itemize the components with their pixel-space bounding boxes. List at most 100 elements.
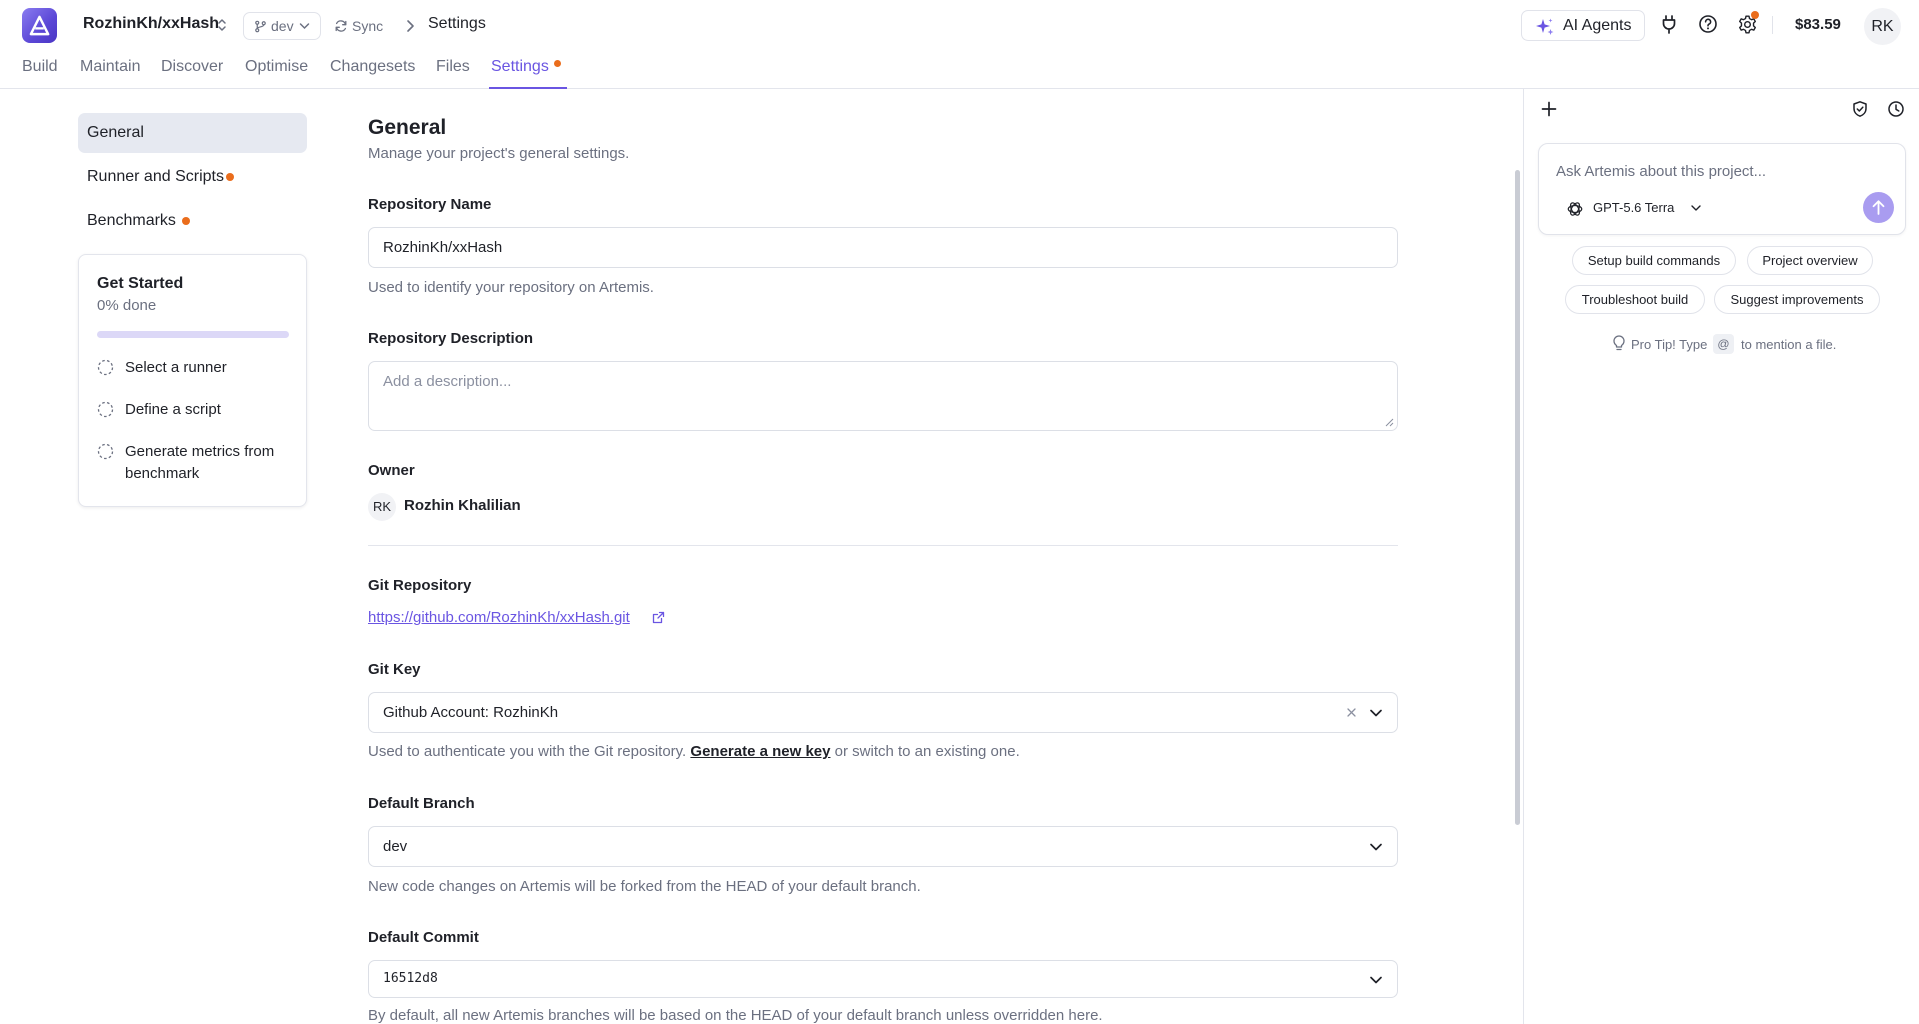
step-label: Select a runner [125,359,227,376]
send-button[interactable] [1863,192,1894,223]
git-branch-icon [254,20,267,33]
chevron-down-icon[interactable] [1369,975,1383,985]
get-started-title: Get Started [97,275,184,292]
default-commit-help: By default, all new Artemis branches wil… [368,1007,1103,1024]
get-started-progress-text: 0% done [97,297,157,314]
dashed-circle-icon [97,401,114,418]
owner-avatar: RK [368,493,396,521]
external-link-icon[interactable] [652,611,665,624]
tab-files[interactable]: Files [436,58,470,76]
chevron-updown-icon[interactable] [216,17,228,33]
chat-placeholder: Ask Artemis about this project... [1556,163,1767,180]
default-commit-select[interactable]: 16512d8 [368,960,1398,998]
sync-icon [334,19,348,33]
default-branch-help: New code changes on Artemis will be fork… [368,878,921,895]
tab-settings-dot [554,60,561,67]
header-divider [1772,16,1773,34]
suggestion-label: Troubleshoot build [1581,292,1689,307]
active-tab-indicator [489,87,567,89]
protip-before: Pro Tip! Type [1631,337,1708,352]
sidebar-dot-runner [226,173,234,181]
suggestion-label: Setup build commands [1587,253,1721,268]
git-repo-link[interactable]: https://github.com/RozhinKh/xxHash.git [368,609,630,626]
default-branch-label: Default Branch [368,795,475,812]
repo-name-value: RozhinKh/xxHash [383,239,503,256]
chevron-down-icon[interactable] [1369,708,1383,718]
default-commit-value: 16512d8 [383,971,438,986]
tab-build[interactable]: Build [22,58,58,76]
resize-handle-icon[interactable] [1385,418,1394,427]
sparkle-icon [1535,17,1555,37]
repo-description-textarea[interactable]: Add a description... [368,361,1398,431]
suggestion-setup-build[interactable]: Setup build commands [1572,246,1736,275]
sidebar-item-label: Benchmarks [87,212,176,229]
repo-switcher[interactable]: RozhinKh/xxHash [83,15,219,33]
sidebar-dot-benchmarks [182,217,190,225]
get-started-progress-bar [97,331,289,338]
shield-check-icon[interactable] [1851,100,1869,118]
section-divider [368,545,1398,546]
breadcrumb-current: Settings [428,15,486,32]
branch-selector[interactable]: dev [243,12,321,40]
tab-discover[interactable]: Discover [161,58,223,76]
account-balance[interactable]: $83.59 [1795,16,1841,33]
dashed-circle-icon [97,443,114,460]
settings-notification-dot [1751,11,1759,19]
chevron-right-icon [405,19,415,33]
chevron-down-icon [1690,204,1702,212]
sidebar-item-label: Runner and Scripts [87,168,224,185]
git-key-value: Github Account: RozhinKh [383,704,559,721]
page-title: General [368,116,447,139]
clear-icon[interactable] [1346,707,1357,718]
nav-tabs: Build Maintain Discover Optimise Changes… [0,50,1919,89]
assistant-chat-input[interactable]: Ask Artemis about this project... GPT-5.… [1538,143,1906,235]
suggestion-suggest-improvements[interactable]: Suggest improvements [1714,285,1880,314]
tab-changesets[interactable]: Changesets [330,58,415,76]
tab-maintain[interactable]: Maintain [80,58,140,76]
get-started-card: Get Started 0% done Select a runner Defi… [78,254,307,507]
top-bar: RozhinKh/xxHash dev Sync Settings AI Age… [0,0,1919,50]
pro-tip: Pro Tip! Type @ to mention a file. [1612,334,1842,354]
ai-agents-button[interactable]: AI Agents [1521,10,1645,41]
default-branch-select[interactable]: dev [368,826,1398,867]
tab-settings[interactable]: Settings [491,58,549,76]
openai-icon [1566,200,1584,218]
sidebar-item-general[interactable]: General [78,113,307,153]
page-subtitle: Manage your project's general settings. [368,145,630,162]
protip-after: to mention a file. [1741,337,1837,352]
sync-label: Sync [352,18,384,34]
lightbulb-icon [1612,335,1626,352]
step-label: Generate metrics from benchmark [125,443,275,482]
git-key-help-before: Used to authenticate you with the Git re… [368,743,687,760]
logo-icon[interactable] [22,8,57,43]
tab-optimise[interactable]: Optimise [245,58,308,76]
step-label: Define a script [125,401,221,418]
main-scrollbar[interactable] [1515,170,1520,825]
plus-icon[interactable] [1540,100,1558,118]
clock-icon[interactable] [1887,100,1905,118]
owner-name: Rozhin Khalilian [404,497,521,514]
generate-key-link[interactable]: Generate a new key [690,743,830,760]
model-selector[interactable]: GPT-5.6 Terra [1566,198,1716,220]
suggestion-troubleshoot-build[interactable]: Troubleshoot build [1565,285,1705,314]
suggestion-label: Project overview [1762,253,1858,268]
plug-icon[interactable] [1659,14,1679,34]
default-commit-label: Default Commit [368,929,479,946]
default-branch-value: dev [383,838,408,855]
suggestion-project-overview[interactable]: Project overview [1747,246,1873,275]
dashed-circle-icon [97,359,114,376]
help-icon[interactable] [1698,14,1718,34]
sidebar-item-benchmarks[interactable]: Benchmarks [78,201,307,241]
repo-name-label: Repository Name [368,196,492,213]
repo-description-placeholder: Add a description... [383,373,512,390]
arrow-up-icon [1872,200,1885,215]
protip-key: @ [1713,334,1734,354]
chevron-down-icon[interactable] [1369,842,1383,852]
repo-name-input[interactable]: RozhinKh/xxHash [368,227,1398,268]
git-key-help: Used to authenticate you with the Git re… [368,743,1020,760]
git-key-select[interactable]: Github Account: RozhinKh [368,692,1398,733]
sidebar-item-runner-and-scripts[interactable]: Runner and Scripts [78,157,307,197]
user-avatar[interactable]: RK [1864,8,1901,45]
suggestion-label: Suggest improvements [1730,292,1864,307]
branch-label: dev [271,18,294,34]
